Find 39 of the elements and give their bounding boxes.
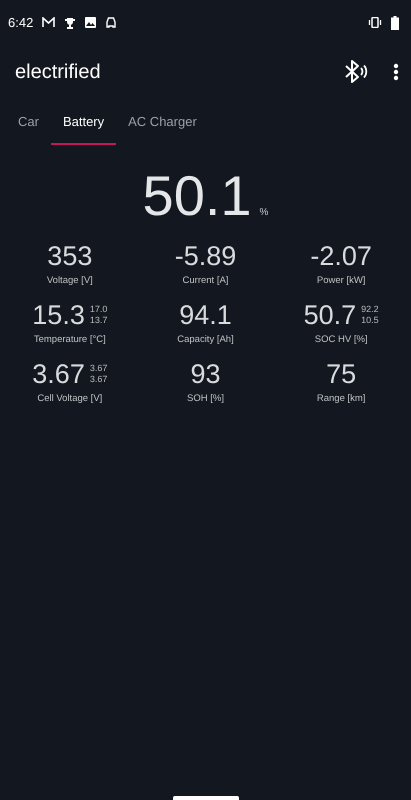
metric-value: 15.3 — [32, 300, 85, 330]
metric-value: -2.07 — [310, 240, 372, 272]
min-value: 3.67 — [90, 374, 108, 385]
metric-label: Temperature [°C] — [34, 334, 106, 345]
metric-value: 93 — [190, 358, 221, 390]
image-icon — [85, 17, 96, 28]
tab[interactable]: AC Charger — [116, 99, 209, 145]
metric-value: 3.67 — [32, 358, 85, 390]
navigation-handle[interactable] — [172, 796, 238, 800]
min-value: 10.5 — [361, 315, 379, 326]
more-menu-icon[interactable] — [393, 63, 399, 81]
battery-percent-value: 50.1 — [142, 163, 252, 228]
max-value: 17.0 — [90, 304, 108, 315]
max-value: 92.2 — [361, 304, 379, 315]
metric-value: -5.89 — [174, 240, 236, 272]
max-value: 3.67 — [90, 363, 108, 374]
metric-label: Range [km] — [316, 393, 366, 404]
app-title: electrified — [15, 60, 102, 84]
car-icon — [105, 17, 118, 28]
metric-label: Voltage [V] — [46, 275, 93, 286]
metric-label: Current [A] — [182, 275, 228, 286]
metric-label: SOH [%] — [187, 393, 224, 404]
metric-value: 94.1 — [179, 300, 232, 330]
metric-value: 75 — [326, 358, 356, 390]
tab[interactable]: Battery — [50, 99, 116, 145]
unit-label: % — [260, 207, 268, 218]
trophy-icon — [64, 16, 76, 28]
metric-value: 353 — [47, 240, 92, 272]
status-time: 6:42 — [8, 15, 34, 30]
metric-label: SOC HV [%] — [314, 334, 368, 345]
tab[interactable]: Car — [6, 99, 51, 145]
metric-label: Cell Voltage [V] — [37, 393, 102, 404]
metric-label: Power [kW] — [316, 275, 366, 286]
mail-icon — [42, 17, 56, 28]
min-value: 13.7 — [90, 315, 108, 326]
metric-value: 50.7 — [304, 300, 356, 330]
vibrate-icon — [368, 17, 382, 28]
metric-label: Capacity [Ah] — [177, 334, 234, 345]
battery-icon — [391, 16, 399, 30]
